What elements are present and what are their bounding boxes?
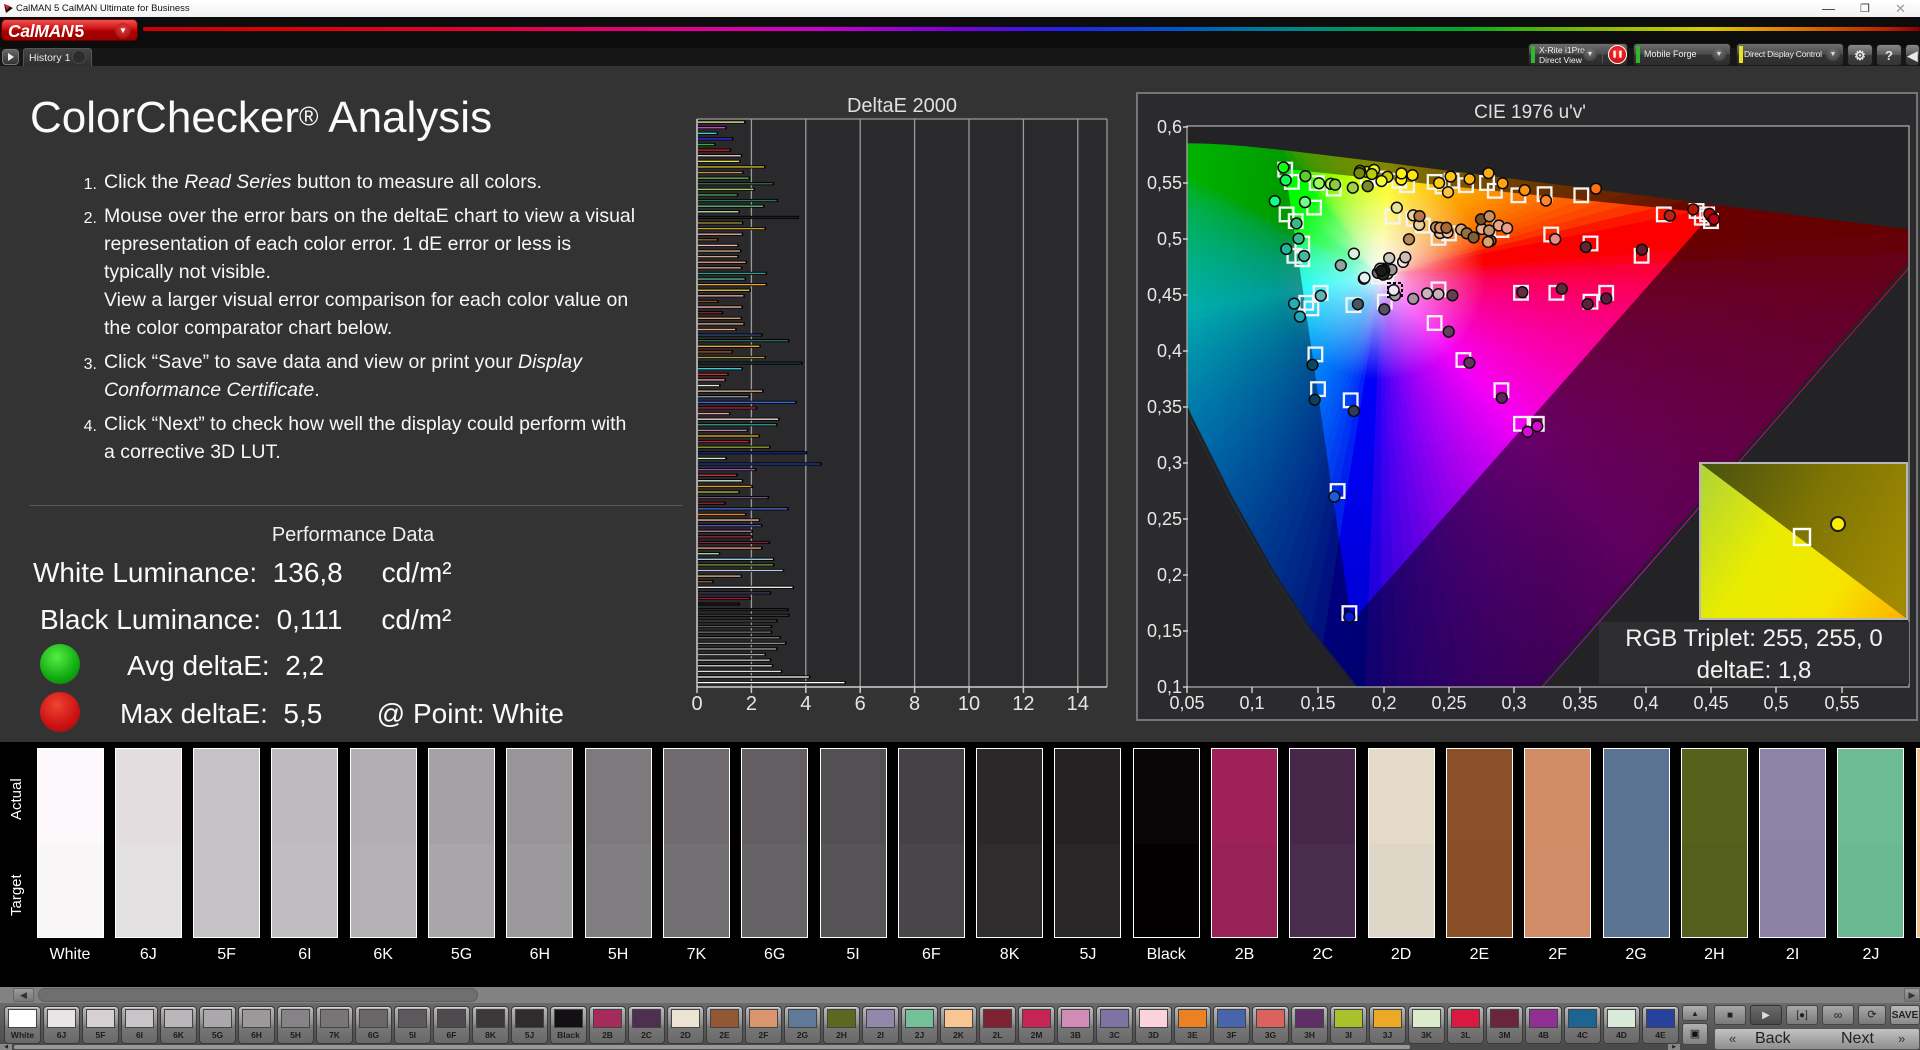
svg-text:0,3: 0,3: [1501, 693, 1526, 713]
svg-text:0,5: 0,5: [1763, 693, 1788, 713]
svg-text:RGB Triplet: 255, 255, 0: RGB Triplet: 255, 255, 0: [1625, 625, 1882, 652]
svg-text:0,4: 0,4: [1633, 693, 1658, 713]
svg-text:12: 12: [1012, 693, 1034, 715]
svg-text:0,45: 0,45: [1147, 285, 1182, 305]
svg-text:0,55: 0,55: [1824, 693, 1859, 713]
svg-text:6: 6: [855, 693, 866, 715]
svg-text:0,1: 0,1: [1239, 693, 1264, 713]
svg-text:0,15: 0,15: [1147, 621, 1182, 641]
svg-text:DeltaE 2000: DeltaE 2000: [847, 95, 957, 117]
svg-text:0,3: 0,3: [1157, 453, 1182, 473]
svg-text:4: 4: [800, 693, 811, 715]
svg-text:0,55: 0,55: [1147, 173, 1182, 193]
svg-text:0,25: 0,25: [1147, 509, 1182, 529]
svg-text:0,45: 0,45: [1693, 693, 1728, 713]
svg-text:0,2: 0,2: [1371, 693, 1396, 713]
svg-text:deltaE: 1,8: deltaE: 1,8: [1697, 657, 1812, 684]
svg-text:0: 0: [691, 693, 702, 715]
svg-text:0,5: 0,5: [1157, 229, 1182, 249]
svg-text:0,4: 0,4: [1157, 341, 1182, 361]
svg-text:2: 2: [746, 693, 757, 715]
svg-text:14: 14: [1067, 693, 1089, 715]
svg-text:0,35: 0,35: [1562, 693, 1597, 713]
svg-text:0,6: 0,6: [1157, 117, 1182, 137]
svg-text:0,35: 0,35: [1147, 397, 1182, 417]
svg-text:0,05: 0,05: [1169, 693, 1204, 713]
svg-text:10: 10: [958, 693, 980, 715]
svg-text:CIE 1976 u'v': CIE 1976 u'v': [1474, 102, 1586, 123]
svg-text:0,15: 0,15: [1300, 693, 1335, 713]
svg-text:0,2: 0,2: [1157, 565, 1182, 585]
svg-text:8: 8: [909, 693, 920, 715]
svg-text:0,25: 0,25: [1431, 693, 1466, 713]
